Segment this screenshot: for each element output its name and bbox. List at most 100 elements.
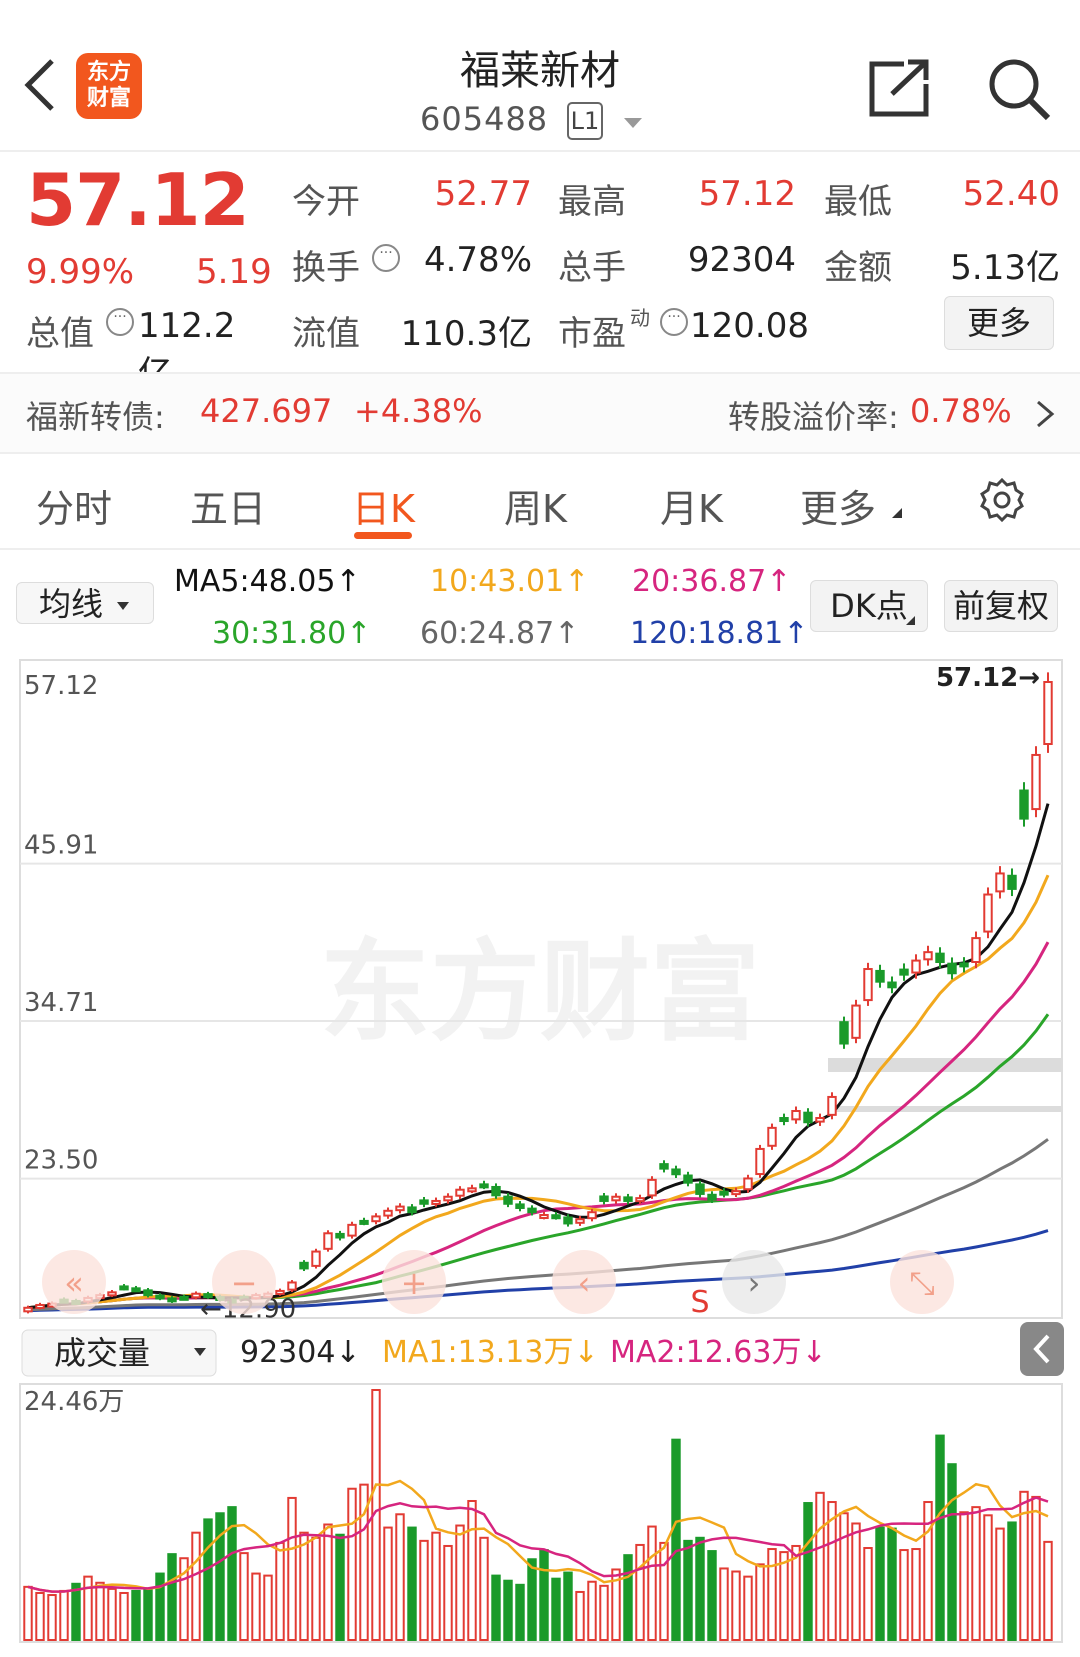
candle-up [443,1195,453,1202]
candle-up [23,1306,33,1313]
candle-down [875,969,885,983]
candle-up [767,1126,777,1147]
volume-bar-up [395,1513,405,1641]
volume-bar-up [479,1536,489,1642]
candle-up [395,1205,405,1212]
candle-down [491,1185,501,1197]
mktcap-label: 总值 [26,314,94,354]
prev-icon[interactable]: ‹ [578,1264,591,1302]
back-chevron-icon[interactable] [20,55,60,115]
candle-down [167,1297,177,1303]
volume-bar-up [743,1575,753,1641]
volume-bar-down [335,1533,345,1641]
open-label: 今开 [292,182,360,222]
candle-up [815,1117,825,1123]
volume-bar-down [407,1526,417,1641]
volume-bar-down [695,1536,705,1642]
ma60-value: 60:24.87↑ [420,616,579,651]
candle-down [359,1219,369,1225]
candle-up [575,1218,585,1224]
candle-up [983,893,993,933]
volume-bar-up [983,1514,993,1642]
volume-bar-up [455,1524,465,1641]
candle-up [611,1195,621,1202]
volume-bar-up [47,1594,57,1641]
tab-daily-k[interactable]: 日K [352,478,415,533]
volume-bar-up [971,1506,981,1641]
search-icon[interactable] [986,56,1052,122]
premium-value: 0.78% [910,392,1012,430]
candle-down [803,1111,813,1124]
info-dots-icon[interactable]: ··· [106,308,134,336]
volume-select-label: 成交量 [54,1334,150,1372]
candle-down [719,1190,729,1196]
level-badge[interactable]: L1 [567,102,603,140]
ma-indicator-select[interactable]: 均线 [16,582,154,624]
volume-bar-up [767,1548,777,1641]
bond-price: 427.697 [200,392,333,430]
candle-down [503,1195,513,1205]
pe-superscript: 动 [630,306,650,330]
volume-bar-down [671,1438,681,1642]
rewind-icon[interactable]: « [64,1264,84,1302]
kline-chart[interactable]: 东方财富57.1245.9134.7123.5057.12→←12.90S«−+… [0,656,1080,1657]
volume-bar-up [851,1522,861,1642]
info-dots-icon[interactable]: ··· [372,244,400,272]
expand-icon[interactable]: ⤡ [909,1264,935,1302]
volume-bar-down [623,1554,633,1641]
up-arrow-icon: ↑ [783,616,809,651]
y-tick-label: 34.71 [24,988,98,1018]
volume-bar-up [347,1487,357,1642]
corner-triangle-icon [906,616,915,625]
low-value: 52.40 [962,174,1060,214]
bond-change: +4.38% [354,392,483,430]
pe-value: 120.08 [690,306,809,346]
high-label: 最高 [558,182,626,222]
caret-down-icon[interactable] [624,118,642,128]
candle-up [827,1095,837,1116]
vol-ma2-value: MA2:12.63万↓ [610,1335,827,1370]
volume-bar-up [815,1491,825,1641]
tab-intraday[interactable]: 分时 [36,478,112,533]
tab-five-day[interactable]: 五日 [190,478,266,533]
candle-up [995,872,1005,893]
volume-bar-up [311,1536,321,1642]
watermark-text: 东方财富 [320,928,760,1056]
candle-down [935,952,945,963]
collapse-panel-button[interactable] [1020,1322,1064,1376]
float-cap-value: 110.3亿 [400,314,532,354]
tab-more[interactable]: 更多 [800,478,876,533]
candle-down [1007,874,1017,890]
adjust-price-button[interactable]: 前复权 [944,580,1058,632]
candle-down [155,1294,165,1300]
candle-up [455,1188,465,1197]
stock-code: 605488 [420,100,549,138]
chevron-right-icon[interactable] [1034,398,1056,430]
ma60-text: 60:24.87 [420,616,555,651]
zoom-out-icon[interactable]: − [231,1264,258,1302]
volume-bar-down [803,1502,813,1642]
candle-up [287,1281,297,1291]
zoom-in-icon[interactable]: + [401,1264,428,1302]
share-icon[interactable] [868,58,932,118]
info-dots-icon[interactable]: ··· [660,308,688,336]
next-icon[interactable]: › [748,1264,761,1302]
tab-weekly-k[interactable]: 周K [504,478,567,533]
candle-up [923,951,933,961]
volume-bar-up [239,1552,249,1641]
high-value: 57.12 [698,174,796,214]
volume-bar-up [251,1572,261,1642]
dropdown-triangle-icon [117,602,130,610]
candle-down [947,962,957,975]
more-quote-button[interactable]: 更多 [944,296,1054,350]
tab-monthly-k[interactable]: 月K [660,478,723,533]
volume-bar-up [1043,1540,1053,1641]
candle-up [35,1303,45,1309]
volume-bar-up [659,1541,669,1642]
volume-bar-up [863,1547,873,1641]
settings-gear-icon[interactable] [978,476,1026,524]
volume-bar-up [323,1523,333,1642]
candle-down [407,1206,417,1214]
volume-bar-up [587,1580,597,1641]
candle-down [527,1207,537,1214]
